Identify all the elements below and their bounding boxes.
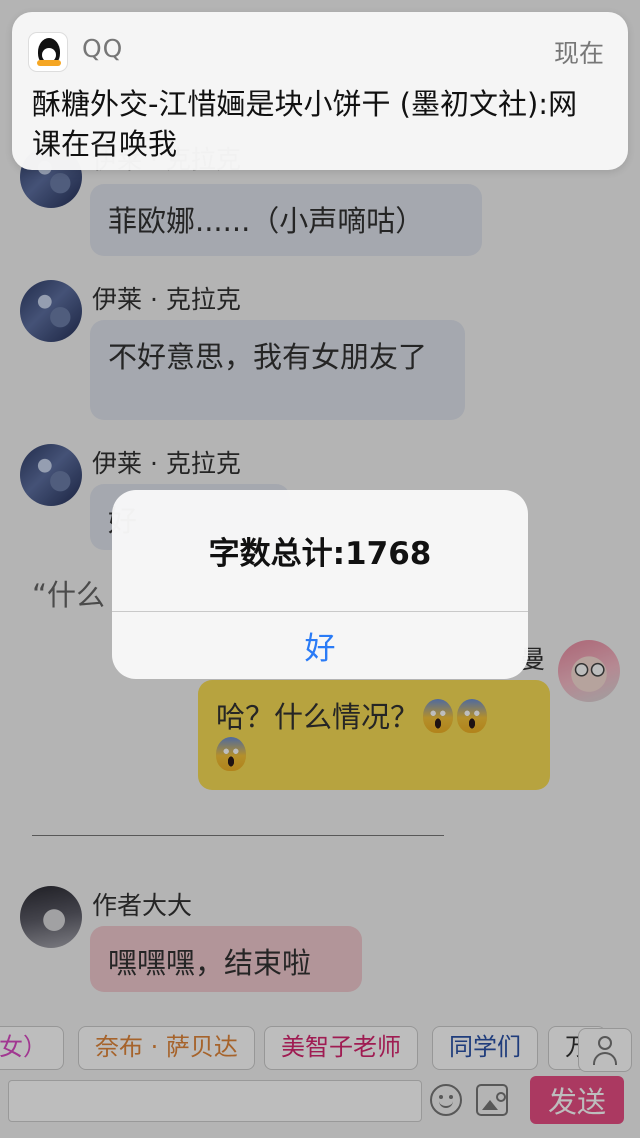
qq-app-icon <box>28 32 68 72</box>
notification-time: 现在 <box>553 39 604 68</box>
notification-app-name: QQ <box>82 34 124 63</box>
notification-body: 酥糖外交-江惜婳是块小饼干 (墨初文社):网课在召唤我 <box>32 87 578 161</box>
alert-ok-button[interactable]: 好 <box>112 612 528 679</box>
alert-title: 字数总计:1768 <box>208 536 432 572</box>
qq-penguin-icon <box>37 38 61 66</box>
alert-dialog: 字数总计:1768 好 <box>112 490 528 679</box>
notification-banner[interactable]: QQ 现在 酥糖外交-江惜婳是块小饼干 (墨初文社):网课在召唤我 <box>12 12 628 170</box>
